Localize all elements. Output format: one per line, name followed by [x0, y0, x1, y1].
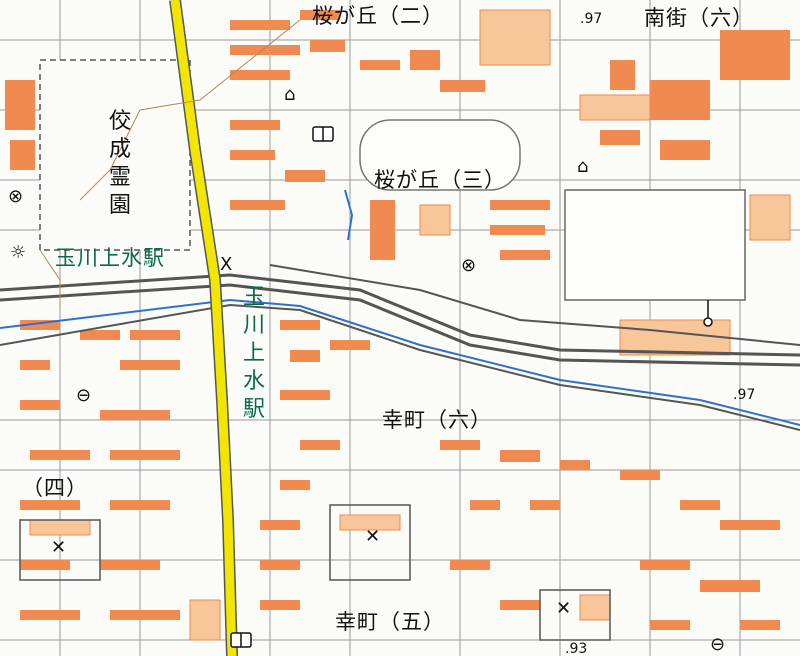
elevation-point: .93	[565, 641, 588, 656]
cemetery-label: 佼成霊園	[108, 109, 131, 218]
police-box-icon: ⊖	[76, 385, 92, 406]
museum-icon: ⌂	[577, 156, 589, 177]
area-label-minamimachi-6: 南街（六）	[644, 6, 754, 30]
factory-icon: ☼	[10, 242, 27, 263]
elevation-point: .97	[733, 387, 756, 403]
area-label-saiwaicho-5: 幸町（五）	[335, 610, 445, 634]
area-label-sakuragaoka-3: 桜が丘（三）	[374, 168, 506, 192]
area-label-saiwaicho-6: 幸町（六）	[382, 408, 492, 432]
school-icon: ✕	[556, 598, 572, 619]
area-label-sakuragaoka-2: 桜が丘（二）	[312, 4, 444, 28]
station-label-vertical: 玉川上水駅	[242, 285, 265, 422]
post-office-icon: ⊗	[8, 186, 24, 207]
topographic-map[interactable]: 桜が丘（二） 南街（六） 桜が丘（三） 幸町（六） 幸町（五） （四） 佼成霊園…	[0, 0, 800, 656]
library-icon	[312, 126, 334, 142]
map-base-layer	[0, 0, 800, 656]
police-box-icon: ⊖	[710, 634, 726, 655]
elevation-point: .97	[580, 11, 603, 27]
school-icon: ✕	[365, 526, 381, 547]
crossing-icon: X	[220, 254, 233, 275]
monument-icon	[703, 300, 713, 327]
post-office-icon: ⊗	[461, 255, 477, 276]
area-label-4: （四）	[22, 476, 88, 500]
school-icon: ✕	[51, 537, 67, 558]
library-icon	[230, 632, 252, 648]
museum-icon: ⌂	[284, 84, 296, 105]
station-label-horizontal: 玉川上水駅	[55, 246, 165, 270]
